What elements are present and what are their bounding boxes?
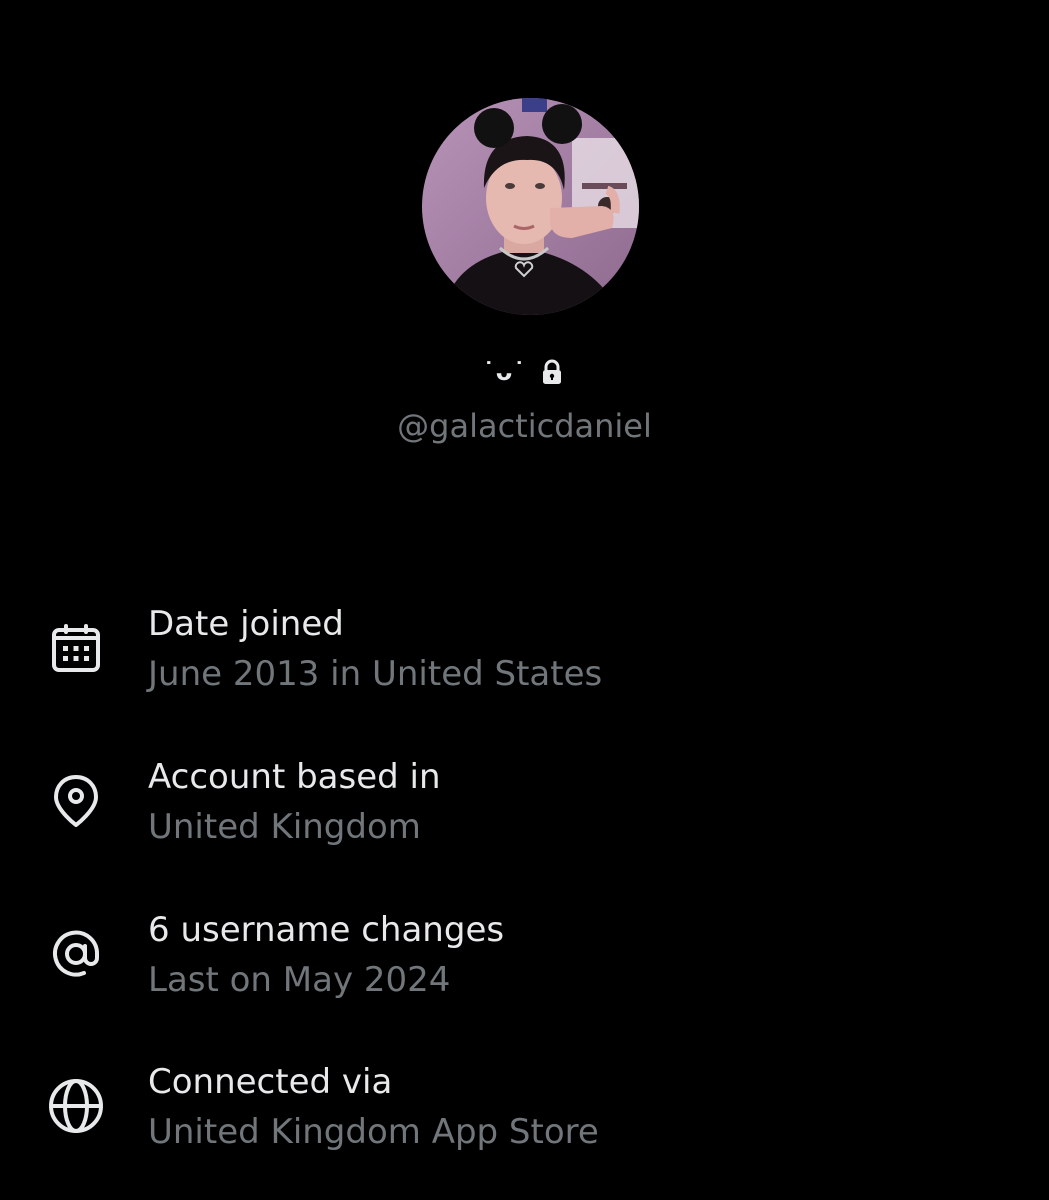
info-title: Connected via — [148, 1062, 393, 1102]
info-row-account-based-in: Account based in United Kingdom — [0, 757, 1049, 857]
info-value: United Kingdom — [148, 807, 421, 847]
info-value: June 2013 in United States — [148, 654, 603, 694]
info-title: Account based in — [148, 757, 441, 797]
info-title: 6 username changes — [148, 910, 505, 950]
profile-photo — [422, 98, 639, 315]
info-value: Last on May 2024 — [148, 960, 451, 1000]
calendar-icon — [46, 618, 106, 678]
handle: @galacticdaniel — [397, 407, 652, 445]
lock-icon — [538, 358, 566, 386]
globe-icon — [46, 1076, 106, 1136]
name-row: ˙ᴗ˙ — [0, 352, 1049, 392]
info-row-connected-via: Connected via United Kingdom App Store — [0, 1062, 1049, 1162]
info-row-date-joined: Date joined June 2013 in United States — [0, 604, 1049, 704]
info-value: United Kingdom App Store — [148, 1112, 599, 1152]
info-row-username-changes: 6 username changes Last on May 2024 — [0, 910, 1049, 1010]
info-title: Date joined — [148, 604, 344, 644]
avatar[interactable] — [422, 98, 639, 315]
at-sign-icon — [46, 924, 106, 984]
location-pin-icon — [46, 771, 106, 831]
display-name: ˙ᴗ˙ — [482, 358, 527, 386]
